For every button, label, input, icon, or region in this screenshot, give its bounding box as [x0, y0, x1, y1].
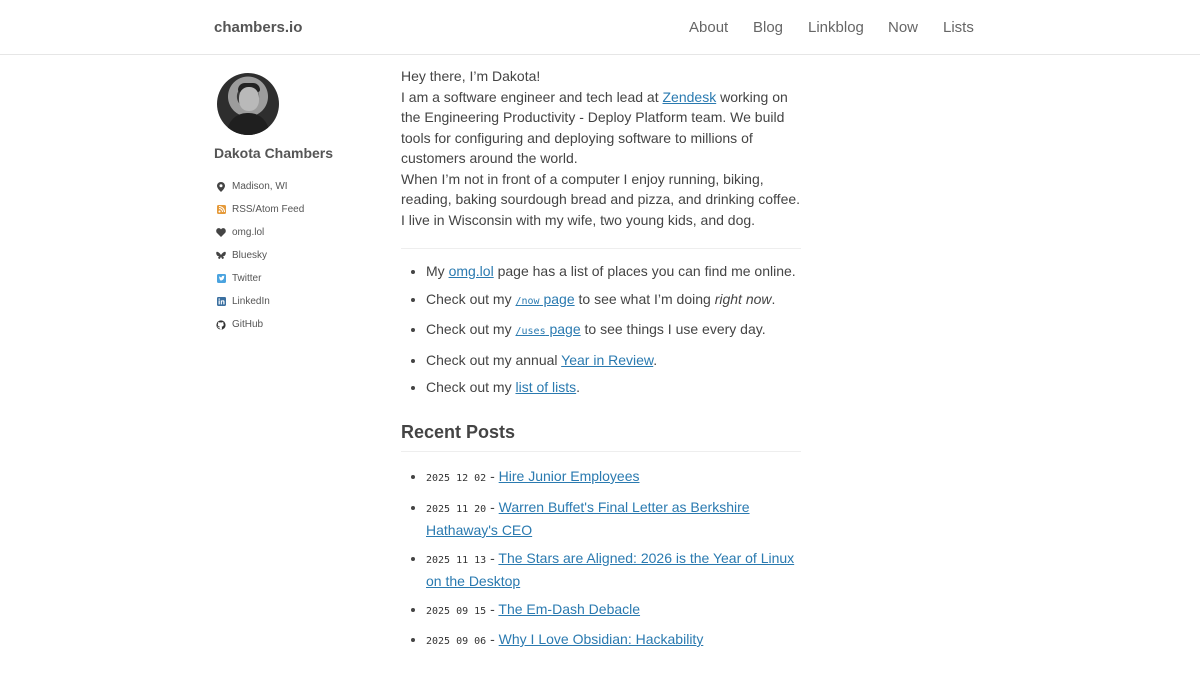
list-text: Check out my annual — [426, 351, 562, 368]
sidebar-item-rss[interactable]: RSS/Atom Feed — [214, 198, 384, 221]
post-link[interactable]: Hire Junior Employees — [499, 468, 640, 484]
sidebar-item-twitter[interactable]: Twitter — [214, 267, 384, 290]
sidebar-item-label[interactable]: Twitter — [232, 273, 261, 284]
post-date: 2025 09 06 — [426, 636, 487, 647]
section-divider — [401, 248, 801, 249]
post-link[interactable]: Why I Love Obsidian: Hackability — [499, 631, 704, 647]
recent-posts-list: 2025 12 02 - Hire Junior Employees 2025 … — [401, 466, 801, 653]
section-divider — [401, 451, 801, 452]
list-item: Check out my /now page to see what I’m d… — [426, 289, 801, 313]
post-item: 2025 11 13 - The Stars are Aligned: 2026… — [426, 548, 801, 592]
nav-now[interactable]: Now — [888, 19, 918, 36]
list-item: Check out my /uses page to see things I … — [426, 319, 801, 343]
rss-icon — [216, 205, 226, 215]
sidebar-item-label[interactable]: RSS/Atom Feed — [232, 204, 304, 215]
post-item: 2025 11 20 - Warren Buffet's Final Lette… — [426, 497, 801, 541]
list-text: Check out my — [426, 379, 516, 395]
profile-sidebar: Dakota Chambers Madison, WI RSS/Atom Fee… — [214, 73, 384, 352]
intro-paragraph-2: When I’m not in front of a computer I en… — [401, 170, 801, 228]
nav-linkblog[interactable]: Linkblog — [808, 19, 864, 36]
intro-paragraph-1: I am a software engineer and tech lead a… — [401, 87, 801, 169]
post-link[interactable]: The Em-Dash Debacle — [498, 601, 640, 617]
sidebar-item-label[interactable]: omg.lol — [232, 227, 264, 238]
sidebar-item-label[interactable]: LinkedIn — [232, 296, 270, 307]
post-item: 2025 09 06 - Why I Love Obsidian: Hackab… — [426, 629, 801, 653]
post-item: 2025 12 02 - Hire Junior Employees — [426, 466, 801, 490]
sidebar-item-label[interactable]: Bluesky — [232, 250, 267, 261]
github-icon — [216, 319, 226, 330]
sidebar-item-linkedin[interactable]: LinkedIn — [214, 290, 384, 313]
sidebar-item-bluesky[interactable]: Bluesky — [214, 244, 384, 267]
post-date: 2025 12 02 — [426, 473, 487, 484]
profile-name: Dakota Chambers — [214, 145, 334, 161]
link-text: page — [545, 321, 581, 337]
list-item: Check out my annual Year in Review. — [426, 350, 801, 371]
now-path-code: /now — [515, 295, 540, 307]
main-nav: About Blog Linkblog Now Lists — [0, 19, 1200, 39]
post-date: 2025 11 20 — [426, 503, 487, 515]
sidebar-item-label: Madison, WI — [232, 181, 288, 192]
sidebar-item-github[interactable]: GitHub — [214, 313, 384, 336]
list-text: . — [576, 379, 581, 395]
list-text: . — [771, 290, 776, 307]
nav-blog[interactable]: Blog — [753, 19, 783, 36]
sidebar-item-label[interactable]: GitHub — [232, 319, 263, 330]
nav-lists[interactable]: Lists — [943, 19, 974, 36]
list-text: to see things I use every day. — [580, 321, 766, 337]
top-navigation-bar: chambers.io About Blog Linkblog Now List… — [0, 0, 1200, 55]
list-text: . — [653, 351, 658, 368]
list-item: My omg.lol page has a list of places you… — [426, 261, 801, 282]
post-date: 2025 11 13 — [426, 554, 487, 566]
linkedin-icon — [216, 297, 226, 307]
now-page-link[interactable]: /now page — [515, 291, 574, 307]
butterfly-icon — [216, 251, 226, 261]
links-list: My omg.lol page has a list of places you… — [401, 261, 801, 398]
year-in-review-link[interactable]: Year in Review — [561, 352, 653, 368]
uses-path-code: /uses — [515, 326, 546, 337]
omglol-page-link[interactable]: omg.lol — [449, 263, 494, 279]
sidebar-item-omglol[interactable]: omg.lol — [214, 221, 384, 244]
list-text: Check out my — [426, 321, 516, 337]
post-date: 2025 09 15 — [426, 605, 487, 617]
list-text: to see what I’m doing — [574, 290, 715, 307]
profile-links: Madison, WI RSS/Atom Feed omg.lol Bluesk… — [214, 175, 384, 336]
greeting: Hey there, I’m Dakota! — [401, 68, 541, 84]
link-text: page — [539, 290, 575, 307]
emphasis-text: right now — [714, 290, 772, 307]
avatar — [217, 73, 279, 135]
recent-posts-heading: Recent Posts — [401, 421, 516, 442]
main-content: Hey there, I’m Dakota! I am a software e… — [401, 66, 801, 660]
list-text: Check out my — [426, 290, 516, 307]
list-item: Check out my list of lists. — [426, 377, 801, 398]
sidebar-item-location: Madison, WI — [214, 175, 384, 198]
list-of-lists-link[interactable]: list of lists — [515, 379, 576, 395]
heart-icon — [216, 228, 226, 238]
nav-about[interactable]: About — [689, 19, 728, 36]
list-text: page has a list of places you can find m… — [493, 263, 796, 279]
location-pin-icon — [216, 181, 226, 192]
intro-text: I am a software engineer and tech lead a… — [401, 88, 663, 105]
list-text: My — [426, 263, 449, 279]
zendesk-link[interactable]: Zendesk — [663, 89, 717, 105]
post-item: 2025 09 15 - The Em-Dash Debacle — [426, 599, 801, 623]
twitter-icon — [216, 274, 226, 284]
uses-page-link[interactable]: /uses page — [515, 321, 580, 337]
